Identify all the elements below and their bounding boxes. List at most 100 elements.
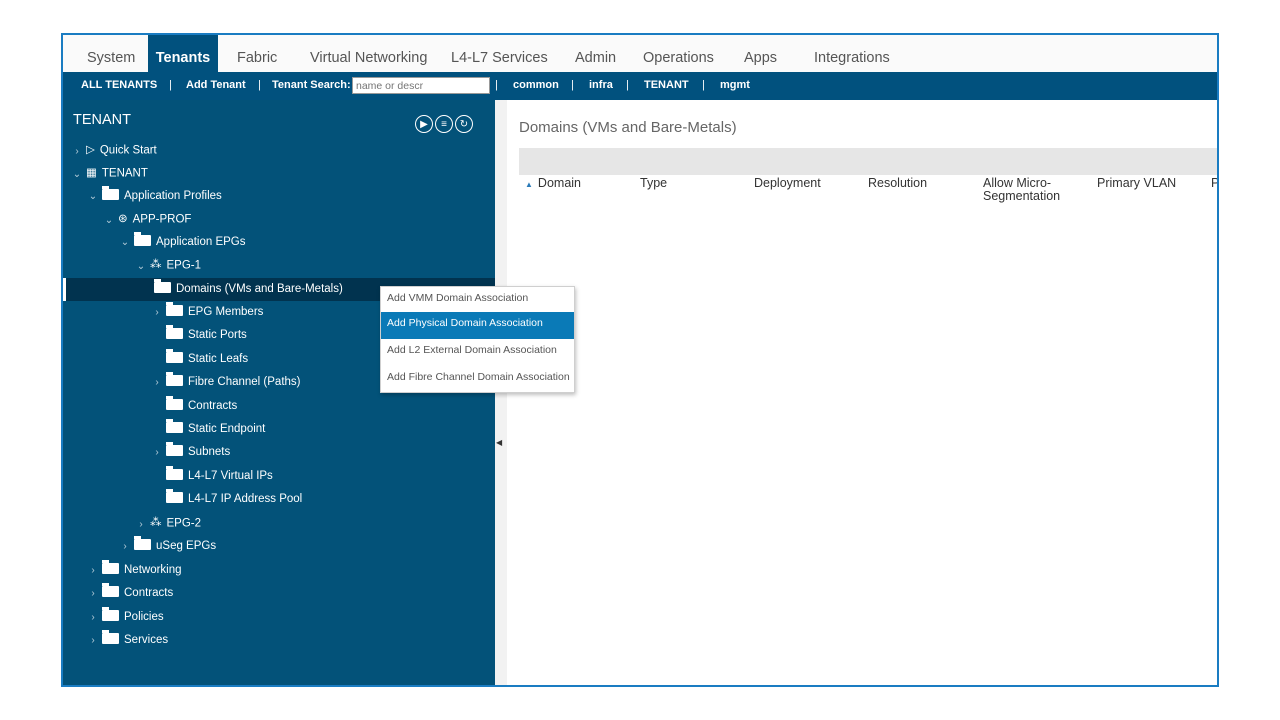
quick-tenant-tenant[interactable]: TENANT <box>644 72 689 99</box>
menu-item-add-physical-domain[interactable]: Add Physical Domain Association <box>381 312 574 339</box>
menu-item-add-l2-external-domain[interactable]: Add L2 External Domain Association <box>381 339 574 366</box>
tree-item-l4-l7-ip-pool[interactable]: L4-L7 IP Address Pool <box>163 488 302 511</box>
all-tenants-link[interactable]: ALL TENANTS <box>81 72 157 99</box>
tab-apps[interactable]: Apps <box>744 35 777 72</box>
menu-item-add-fibre-channel-domain[interactable]: Add Fibre Channel Domain Association <box>381 366 574 393</box>
folder-icon <box>166 396 183 411</box>
quick-tenant-mgmt[interactable]: mgmt <box>720 72 750 99</box>
add-tenant-link[interactable]: Add Tenant <box>186 72 246 99</box>
tree-item-services[interactable]: › Services <box>87 629 168 652</box>
tree-item-label: EPG Members <box>188 306 264 318</box>
tree-item-epg-1[interactable]: ⌄ ⁂ EPG-1 <box>135 254 201 277</box>
tree-item-quick-start[interactable]: › ▷ Quick Start <box>71 139 157 163</box>
tab-l4-l7-services[interactable]: L4-L7 Services <box>451 35 548 72</box>
tab-integrations[interactable]: Integrations <box>814 35 890 72</box>
tree-item-epg-2[interactable]: › ⁂ EPG-2 <box>135 512 201 535</box>
chevron-right-icon[interactable]: › <box>71 140 83 163</box>
tree-item-label: L4-L7 Virtual IPs <box>188 470 273 482</box>
folder-icon <box>166 489 183 504</box>
chevron-right-icon[interactable]: › <box>151 441 163 464</box>
folder-icon <box>166 372 183 387</box>
column-header-deployment[interactable]: Deployment <box>754 177 821 190</box>
tab-fabric[interactable]: Fabric <box>237 35 277 72</box>
tree-item-label: Application Profiles <box>124 190 222 202</box>
app-profile-icon: ⊛ <box>118 213 128 225</box>
tree-item-label: L4-L7 IP Address Pool <box>188 493 303 505</box>
collapse-arrow-icon[interactable]: ◀ <box>496 438 502 447</box>
column-header-micro-segmentation[interactable]: Allow Micro- Segmentation <box>983 177 1060 203</box>
tree-item-label: uSeg EPGs <box>156 540 217 552</box>
tree-item-tenant[interactable]: ⌄ ▦ TENANT <box>71 162 148 185</box>
menu-item-add-vmm-domain[interactable]: Add VMM Domain Association <box>381 287 574 314</box>
epg-icon: ⁂ <box>150 517 162 529</box>
tree-item-epg-members[interactable]: › EPG Members <box>151 301 263 324</box>
tree-item-label: Subnets <box>188 446 231 458</box>
list-icon[interactable]: ≡ <box>435 115 453 133</box>
chevron-right-icon[interactable]: › <box>151 301 163 324</box>
main-content: Domains (VMs and Bare-Metals) ▲ Domain Ty… <box>507 100 1217 685</box>
tree-item-tenant-contracts[interactable]: › Contracts <box>87 582 173 605</box>
tree-item-label: APP-PROF <box>132 213 192 226</box>
column-header-type[interactable]: Type <box>640 177 667 190</box>
table-toolbar <box>519 148 1217 175</box>
column-header-resolution[interactable]: Resolution <box>868 177 927 190</box>
refresh-icon[interactable]: ↻ <box>455 115 473 133</box>
tree-item-static-ports[interactable]: Static Ports <box>163 324 247 347</box>
tree-item-subnets[interactable]: › Subnets <box>151 441 230 464</box>
tree-item-useg-epgs[interactable]: › uSeg EPGs <box>119 535 216 558</box>
column-header-domain[interactable]: ▲ Domain <box>525 177 581 191</box>
tree-item-label: EPG-1 <box>166 259 202 272</box>
chevron-right-icon[interactable]: › <box>87 559 99 582</box>
tree-item-application-epgs[interactable]: ⌄ Application EPGs <box>119 231 246 254</box>
tree-item-networking[interactable]: › Networking <box>87 559 182 582</box>
tree-item-application-profiles[interactable]: ⌄ Application Profiles <box>87 185 222 208</box>
tree-item-static-endpoint[interactable]: Static Endpoint <box>163 418 265 441</box>
tree-item-label: Static Ports <box>188 329 247 341</box>
folder-icon <box>154 279 171 294</box>
quick-tenant-common[interactable]: common <box>513 72 559 99</box>
chevron-down-icon[interactable]: ⌄ <box>119 231 131 254</box>
chevron-right-icon[interactable]: › <box>87 582 99 605</box>
chevron-right-icon[interactable]: › <box>87 629 99 652</box>
chevron-right-icon[interactable]: › <box>119 535 131 558</box>
tree-item-static-leafs[interactable]: Static Leafs <box>163 348 248 371</box>
app-window: System Tenants Fabric Virtual Networking… <box>61 33 1219 687</box>
separator: | <box>626 79 629 91</box>
chevron-down-icon[interactable]: ⌄ <box>103 209 115 232</box>
column-header-primary-vlan[interactable]: Primary VLAN <box>1097 177 1176 190</box>
tenant-search-input[interactable] <box>352 77 490 94</box>
tab-system[interactable]: System <box>87 35 135 72</box>
chevron-right-icon[interactable]: › <box>87 606 99 629</box>
tree-item-policies[interactable]: › Policies <box>87 606 164 629</box>
panel-header-icons: ▶ ≡ ↻ <box>415 114 475 133</box>
folder-icon <box>102 630 119 645</box>
folder-icon <box>102 560 119 575</box>
tab-tenants[interactable]: Tenants <box>148 35 218 72</box>
quick-start-icon[interactable]: ▶ <box>415 115 433 133</box>
separator: | <box>571 79 574 91</box>
tab-virtual-networking[interactable]: Virtual Networking <box>310 35 427 72</box>
tenant-search-label: Tenant Search: <box>272 79 351 91</box>
tree-item-fibre-channel[interactable]: › Fibre Channel (Paths) <box>151 371 301 394</box>
tree-item-app-prof[interactable]: ⌄ ⊛ APP-PROF <box>103 208 192 232</box>
selection-indicator <box>63 278 66 301</box>
tree-item-contracts[interactable]: Contracts <box>163 395 237 418</box>
tree-item-l4-l7-virtual-ips[interactable]: L4-L7 Virtual IPs <box>163 465 273 488</box>
context-menu: Add VMM Domain Association Add Physical … <box>380 286 575 393</box>
chevron-down-icon[interactable]: ⌄ <box>87 185 99 208</box>
folder-icon <box>102 186 119 201</box>
chevron-right-icon[interactable]: › <box>135 513 147 536</box>
tree-item-label: Static Endpoint <box>188 423 266 435</box>
chevron-right-icon[interactable]: › <box>151 371 163 394</box>
separator: | <box>702 79 705 91</box>
column-header-truncated[interactable]: P <box>1211 177 1217 190</box>
quick-tenant-infra[interactable]: infra <box>589 72 613 99</box>
tree-item-label: Domains (VMs and Bare-Metals) <box>176 283 343 295</box>
folder-icon <box>102 583 119 598</box>
tab-admin[interactable]: Admin <box>575 35 616 72</box>
chevron-down-icon[interactable]: ⌄ <box>135 255 147 278</box>
tree-item-label: Quick Start <box>99 144 157 157</box>
chevron-down-icon[interactable]: ⌄ <box>71 163 83 186</box>
tab-operations[interactable]: Operations <box>643 35 714 72</box>
folder-icon <box>166 442 183 457</box>
